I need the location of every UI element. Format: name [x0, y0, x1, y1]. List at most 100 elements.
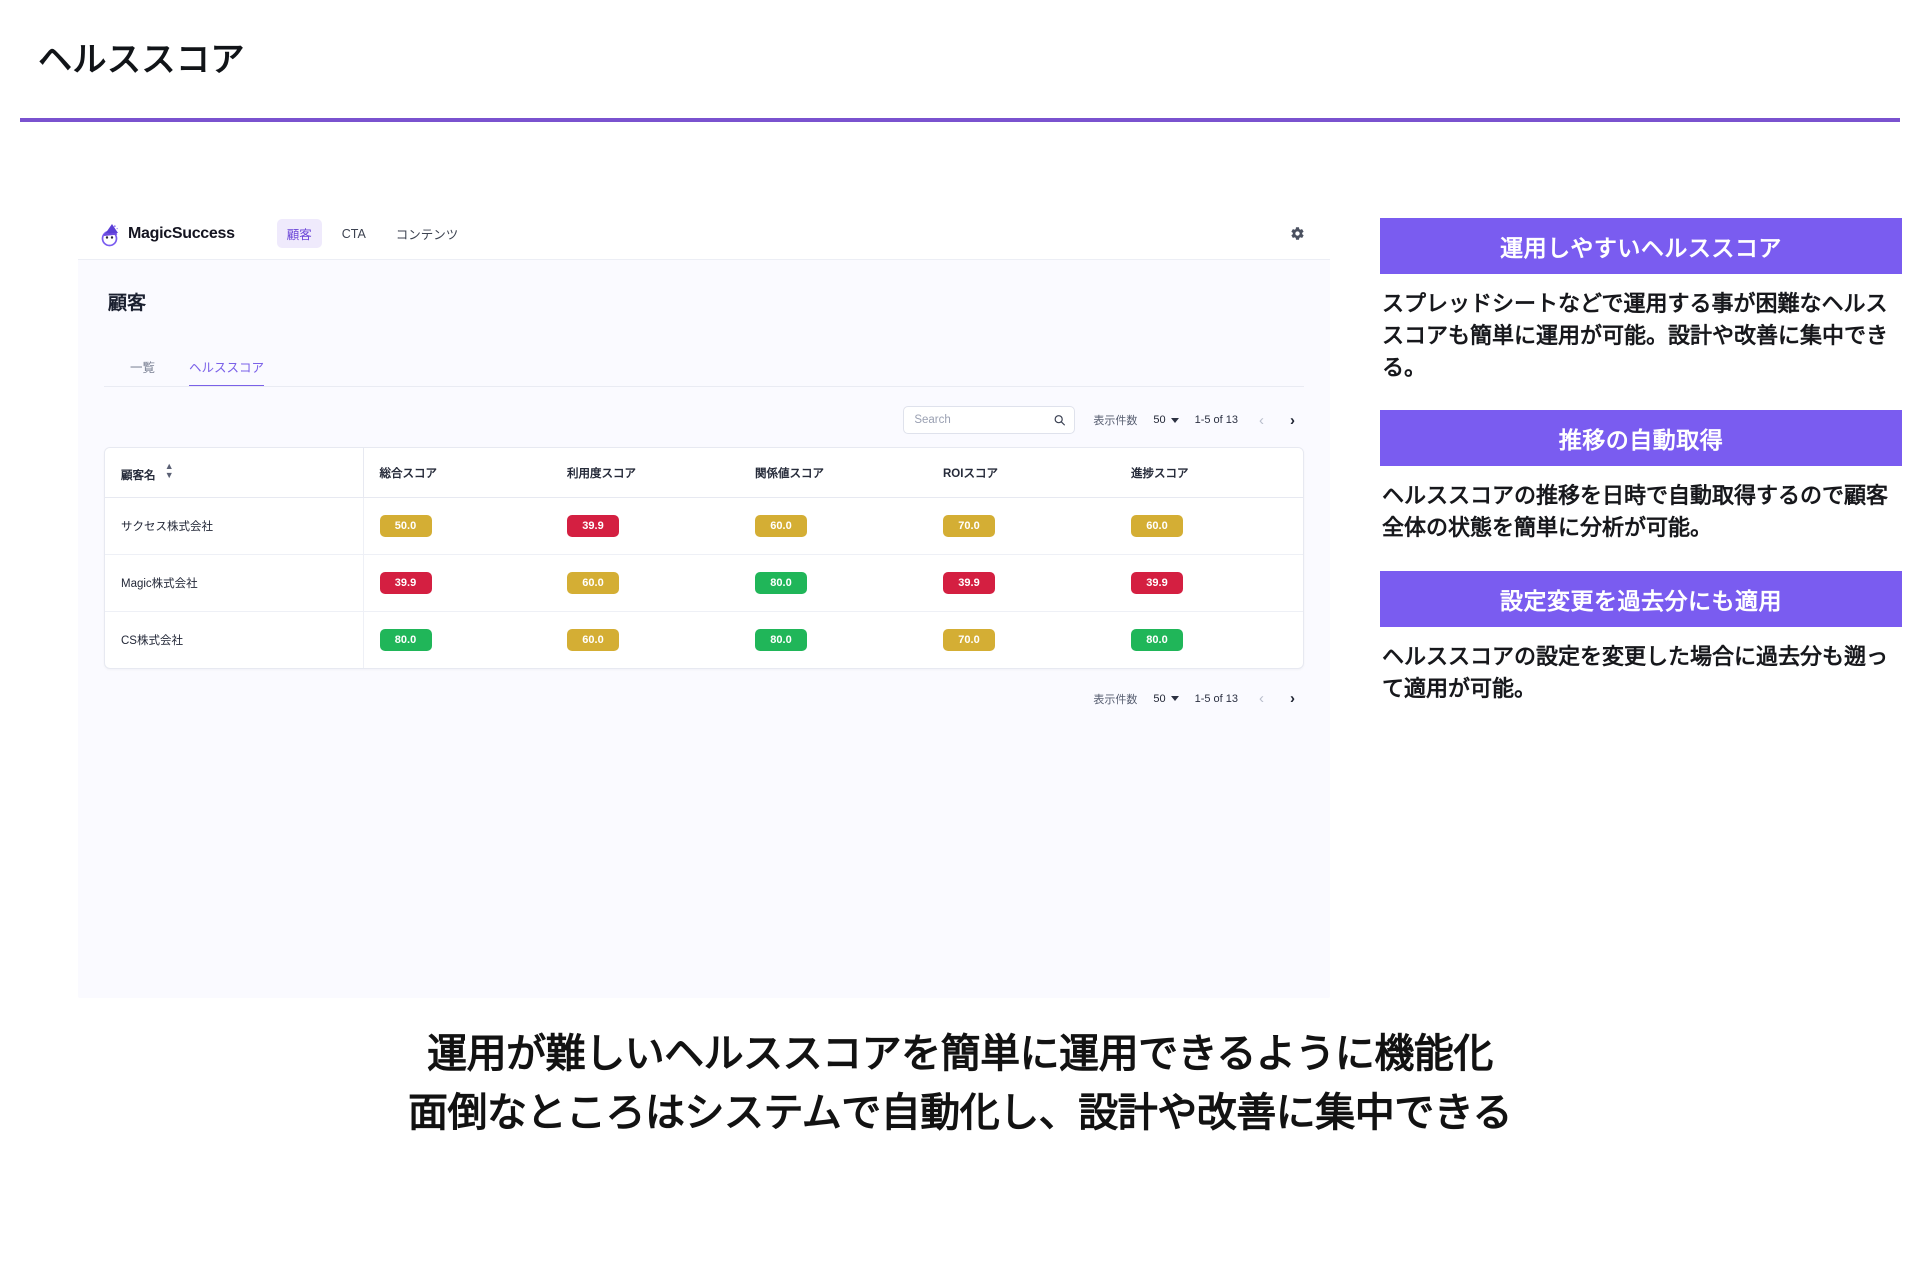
app-navbar: MagicSuccess 顧客 CTA コンテンツ	[78, 208, 1330, 260]
tab-list[interactable]: 一覧	[130, 357, 155, 387]
score-badge: 70.0	[943, 629, 995, 651]
nav-item-cta[interactable]: CTA	[332, 222, 376, 246]
column-header-total-score[interactable]: 総合スコア	[363, 448, 551, 498]
score-badge: 60.0	[1131, 515, 1183, 537]
pagination-next-button[interactable]: ›	[1285, 689, 1300, 708]
table-head: 顧客名 ▲ ▼ 総合スコア 利用度スコア 関係値スコア ROIスコア 進捗スコア	[105, 448, 1303, 498]
score-badge: 80.0	[379, 629, 432, 651]
column-header-roi-score[interactable]: ROIスコア	[927, 448, 1115, 498]
table-row[interactable]: CS株式会社 80.0 60.0 80.0 70.0 80.0	[105, 611, 1303, 669]
health-score-table: 顧客名 ▲▼ 総合スコア 利用度スコア 関係値スコア ROIスコア 進捗スコア	[105, 448, 1303, 668]
rows-per-page-value: 50	[1153, 692, 1166, 705]
column-header-customer-name[interactable]: 顧客名 ▲ ▼	[105, 448, 364, 498]
cell-progress-score: 39.9	[1115, 554, 1303, 612]
feature-body: ヘルススコアの推移を日時で自動取得するので顧客全体の状態を簡単に分析が可能。	[1382, 483, 1889, 541]
chevron-down-icon	[1170, 417, 1179, 423]
cell-usage-score: 60.0	[551, 554, 739, 612]
score-badge: 60.0	[755, 515, 807, 537]
score-badge: 39.9	[943, 572, 995, 594]
page-title: ヘルススコア	[38, 41, 245, 79]
rows-per-page-value: 50	[1153, 414, 1166, 426]
feature-body: ヘルススコアの設定を変更した場合に過去分も遡って適用が可能。	[1382, 643, 1889, 701]
feature-heading: 推移の自動取得	[1380, 410, 1902, 467]
pagination-range: 1-5 of 13	[1194, 414, 1238, 426]
sort-updown-icon[interactable]: ▲ ▼	[165, 462, 174, 480]
search-box[interactable]	[903, 406, 1076, 434]
rows-per-page-label: 表示件数	[1093, 415, 1138, 427]
cell-relationship-score: 60.0	[739, 497, 927, 555]
app-content: 顧客 一覧 ヘルススコア 表示件数 50	[78, 260, 1330, 998]
rows-per-page-select[interactable]: 50	[1153, 414, 1179, 426]
wizard-hat-icon	[98, 221, 124, 247]
cell-roi-score: 70.0	[927, 612, 1115, 669]
score-badge: 50.0	[379, 515, 432, 537]
caption-line-1: 運用が難しいヘルススコアを簡単に運用できるように機能化	[427, 1032, 1493, 1076]
table-toolbar-bottom: 表示件数 50 1-5 of 13 ‹ ›	[104, 689, 1300, 708]
app-logo[interactable]: MagicSuccess	[98, 221, 235, 247]
cell-total-score: 39.9	[363, 554, 551, 612]
score-badge: 80.0	[755, 629, 807, 651]
cell-usage-score: 39.9	[551, 497, 739, 555]
pagination-prev-button[interactable]: ‹	[1254, 411, 1269, 430]
score-badge: 80.0	[755, 572, 807, 594]
pagination-range: 1-5 of 13	[1194, 692, 1238, 705]
cell-total-score: 50.0	[363, 497, 551, 555]
feature-card: 運用しやすいヘルススコア スプレッドシートなどで運用する事が困難なヘルススコアも…	[1380, 218, 1902, 384]
slide-root: ヘルススコア MagicSuccess 顧客 CTA コンテンツ 顧客 一覧 ヘ…	[0, 0, 1920, 1280]
pagination-top: 表示件数 50 1-5 of 13 ‹ ›	[1093, 411, 1300, 430]
score-badge: 39.9	[379, 572, 432, 594]
health-score-table-card: 顧客名 ▲▼ 総合スコア 利用度スコア 関係値スコア ROIスコア 進捗スコア	[104, 447, 1304, 669]
content-tabs: 一覧 ヘルススコア	[130, 357, 1304, 387]
cell-customer-name: CS株式会社	[105, 611, 364, 668]
rows-per-page-select[interactable]: 50	[1153, 692, 1179, 705]
logo-text: MagicSuccess	[128, 224, 235, 242]
feature-card: 設定変更を過去分にも適用 ヘルススコアの設定を変更した場合に過去分も遡って適用が…	[1380, 570, 1902, 705]
pagination-next-button[interactable]: ›	[1285, 411, 1300, 430]
score-badge: 39.9	[567, 515, 619, 537]
feature-heading: 運用しやすいヘルススコア	[1380, 218, 1902, 274]
cell-usage-score: 60.0	[551, 612, 739, 669]
feature-card: 推移の自動取得 ヘルススコアの推移を日時で自動取得するので顧客全体の状態を簡単に…	[1380, 410, 1902, 544]
cell-progress-score: 80.0	[1115, 612, 1303, 669]
app-screenshot: MagicSuccess 顧客 CTA コンテンツ 顧客 一覧 ヘルススコア S…	[78, 208, 1330, 998]
cell-relationship-score: 80.0	[739, 612, 927, 669]
feature-list: 運用しやすいヘルススコア スプレッドシートなどで運用する事が困難なヘルススコアも…	[1380, 218, 1902, 731]
cell-relationship-score: 80.0	[739, 554, 927, 612]
table-header-row: 顧客名 ▲ ▼ 総合スコア 利用度スコア 関係値スコア ROIスコア 進捗スコア	[105, 448, 1303, 498]
feature-body: スプレッドシートなどで運用する事が困難なヘルススコアも簡単に運用が可能。設計や改…	[1382, 291, 1889, 381]
nav-item-customers[interactable]: 顧客	[276, 219, 322, 248]
slide-caption: 運用が難しいヘルススコアを簡単に運用できるように機能化 面倒なところはシステムで…	[0, 1025, 1920, 1143]
gear-icon[interactable]	[1284, 221, 1310, 247]
feature-heading: 設定変更を過去分にも適用	[1380, 570, 1902, 627]
table-row[interactable]: Magic株式会社 39.9 60.0 80.0 39.9 39.9	[105, 554, 1303, 612]
score-badge: 70.0	[943, 515, 995, 537]
score-badge: 60.0	[567, 572, 619, 594]
search-input[interactable]	[914, 414, 1047, 426]
cell-total-score: 80.0	[363, 612, 551, 669]
score-badge: 60.0	[567, 629, 619, 651]
table-toolbar-top: 表示件数 50 1-5 of 13 ‹ ›	[104, 405, 1300, 435]
title-divider	[20, 118, 1900, 122]
table-body: サクセス株式会社 50.0 39.9 60.0 70.0 60.0 Magic株…	[105, 497, 1303, 669]
search-icon[interactable]	[1053, 414, 1066, 427]
cell-roi-score: 70.0	[927, 497, 1115, 555]
rows-per-page-label: 表示件数	[1093, 693, 1138, 706]
nav-item-contents[interactable]: コンテンツ	[386, 219, 469, 248]
cell-customer-name: サクセス株式会社	[105, 497, 364, 555]
column-header-customer-name-label: 顧客名	[121, 470, 156, 482]
score-badge: 39.9	[1131, 572, 1183, 594]
tabs-divider	[104, 386, 1304, 387]
pagination-prev-button[interactable]: ‹	[1254, 689, 1269, 708]
score-badge: 80.0	[1131, 629, 1183, 651]
pagination-bottom: 表示件数 50 1-5 of 13 ‹ ›	[1093, 689, 1300, 708]
column-header-relationship-score[interactable]: 関係値スコア	[739, 448, 927, 498]
cell-progress-score: 60.0	[1115, 497, 1303, 555]
tab-health-score[interactable]: ヘルススコア	[189, 357, 265, 387]
cell-roi-score: 39.9	[927, 554, 1115, 612]
table-row[interactable]: サクセス株式会社 50.0 39.9 60.0 70.0 60.0	[105, 497, 1303, 555]
content-page-title: 顧客	[108, 293, 147, 314]
column-header-usage-score[interactable]: 利用度スコア	[551, 448, 739, 498]
column-header-progress-score[interactable]: 進捗スコア	[1115, 448, 1303, 498]
cell-customer-name: Magic株式会社	[105, 554, 364, 612]
caption-line-2: 面倒なところはシステムで自動化し、設計や改善に集中できる	[408, 1091, 1513, 1136]
